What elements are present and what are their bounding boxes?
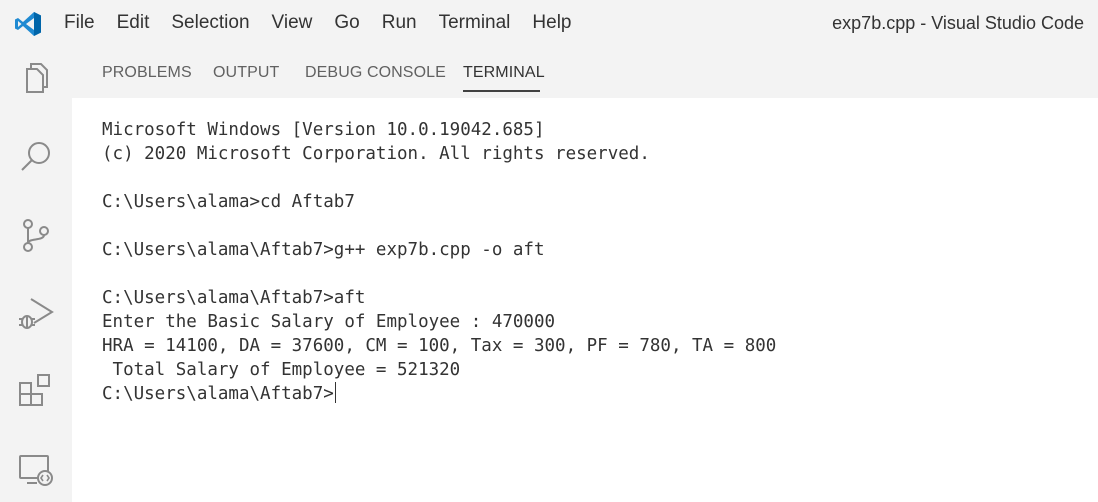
terminal-line: C:\Users\alama\Aftab7>aft [102,288,366,308]
explorer-icon[interactable] [17,60,55,98]
tab-output[interactable]: OUTPUT [213,64,279,82]
terminal-line: Total Salary of Employee = 521320 [102,360,461,380]
menu-run[interactable]: Run [372,0,427,46]
vscode-logo-icon[interactable] [14,10,42,38]
terminal-line: Microsoft Windows [Version 10.0.19042.68… [102,120,545,140]
terminal-line: HRA = 14100, DA = 37600, CM = 100, Tax =… [102,336,777,356]
tab-debug-console[interactable]: DEBUG CONSOLE [305,64,446,82]
tab-terminal[interactable]: TERMINAL [463,64,545,82]
menu-view[interactable]: View [262,0,323,46]
menu-selection[interactable]: Selection [161,0,259,46]
active-tab-indicator [463,90,540,92]
extensions-icon[interactable] [17,372,55,410]
menu-help[interactable]: Help [522,0,581,46]
search-icon[interactable] [17,138,55,176]
bottom-panel: PROBLEMS OUTPUT DEBUG CONSOLE TERMINAL M… [72,46,1098,502]
menu-bar: File Edit Selection View Go Run Terminal… [64,0,584,46]
menu-file[interactable]: File [64,0,105,46]
tab-problems[interactable]: PROBLEMS [102,64,192,82]
terminal-line: Enter the Basic Salary of Employee : 470… [102,312,556,332]
source-control-icon[interactable] [17,216,55,254]
menu-edit[interactable]: Edit [107,0,160,46]
menu-go[interactable]: Go [324,0,369,46]
window-title: exp7b.cpp - Visual Studio Code [832,13,1084,33]
menu-terminal[interactable]: Terminal [429,0,521,46]
activity-bar [0,46,72,502]
terminal-line: C:\Users\alama>cd Aftab7 [102,192,355,212]
terminal-output[interactable]: Microsoft Windows [Version 10.0.19042.68… [102,118,1098,406]
terminal-cursor [334,382,337,403]
terminal-line: C:\Users\alama\Aftab7>g++ exp7b.cpp -o a… [102,240,545,260]
title-bar: File Edit Selection View Go Run Terminal… [0,0,1098,46]
terminal-prompt-line[interactable]: C:\Users\alama\Aftab7> [102,382,1098,406]
panel-tab-bar: PROBLEMS OUTPUT DEBUG CONSOLE TERMINAL [72,46,1098,98]
terminal-prompt: C:\Users\alama\Aftab7> [102,384,334,404]
terminal-line: (c) 2020 Microsoft Corporation. All righ… [102,144,650,164]
run-debug-icon[interactable] [17,294,55,332]
remote-explorer-icon[interactable] [17,450,55,488]
